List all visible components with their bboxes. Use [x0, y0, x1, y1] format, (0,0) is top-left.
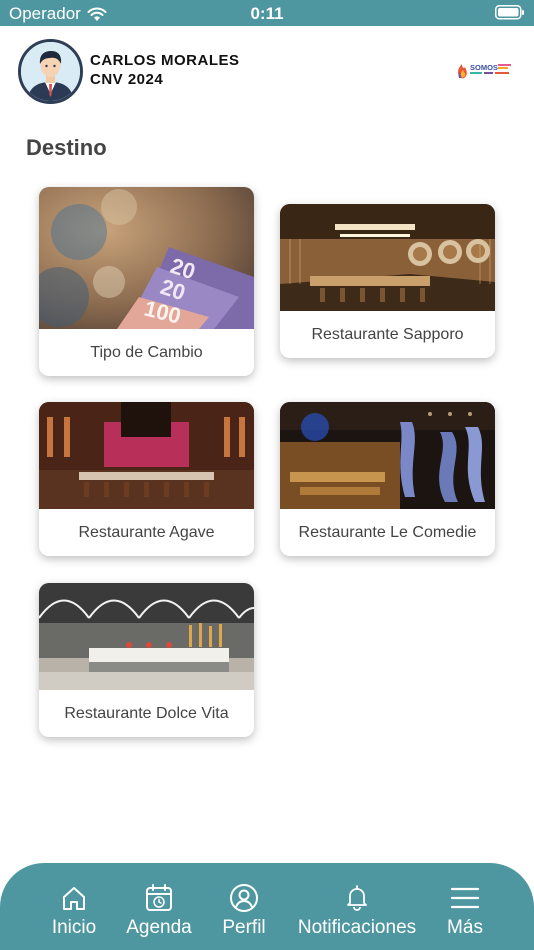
bottom-nav: Inicio Agenda Perfil Notificaciones Más — [0, 863, 534, 950]
card-restaurante-dolce-vita[interactable]: Restaurante Dolce Vita — [39, 583, 254, 737]
battery-icon — [495, 5, 525, 25]
nav-perfil[interactable]: Perfil — [214, 863, 274, 950]
nav-agenda[interactable]: Agenda — [124, 863, 194, 950]
card-tipo-de-cambio[interactable]: 20 20 100 Tipo de Cambio — [39, 187, 254, 376]
card-restaurante-le-comedie[interactable]: Restaurante Le Comedie — [280, 402, 495, 556]
nav-label-agenda: Agenda — [126, 917, 192, 938]
nav-label-mas: Más — [447, 917, 483, 938]
card-label: Restaurante Dolce Vita — [64, 704, 229, 722]
le-comedie-image — [280, 402, 495, 509]
card-restaurante-agave[interactable]: Restaurante Agave — [39, 402, 254, 556]
bell-icon — [344, 883, 370, 913]
event-name: CNV 2024 — [90, 71, 164, 88]
card-label: Restaurante Le Comedie — [298, 523, 477, 541]
avatar[interactable] — [18, 39, 83, 104]
status-time: 0:11 — [250, 4, 284, 23]
user-icon — [229, 883, 259, 913]
menu-icon — [450, 883, 480, 913]
nav-label-notificaciones: Notificaciones — [297, 917, 417, 938]
sapporo-image — [280, 204, 495, 311]
page-title: Destino — [26, 135, 107, 160]
card-restaurante-sapporo[interactable]: Restaurante Sapporo — [280, 204, 495, 358]
currency-image: 20 20 100 — [39, 187, 254, 329]
brand-logo: SOMOS — [455, 58, 513, 82]
agave-image — [39, 402, 254, 509]
user-name: CARLOS MORALES — [90, 52, 240, 69]
card-label: Restaurante Agave — [78, 523, 215, 541]
logo-wordmark: SOMOS — [470, 63, 498, 72]
nav-inicio[interactable]: Inicio — [44, 863, 104, 950]
user-avatar-icon — [21, 42, 80, 101]
calendar-icon — [144, 883, 174, 913]
home-icon — [60, 883, 88, 913]
dolce-vita-image — [39, 583, 254, 690]
card-label: Restaurante Sapporo — [311, 325, 464, 343]
nav-label-inicio: Inicio — [51, 917, 97, 938]
status-bar: Operador 0:11 — [0, 0, 534, 26]
nav-label-perfil: Perfil — [222, 917, 266, 938]
nav-notificaciones[interactable]: Notificaciones — [292, 863, 422, 950]
card-label: Tipo de Cambio — [90, 343, 203, 361]
nav-mas[interactable]: Más — [440, 863, 490, 950]
